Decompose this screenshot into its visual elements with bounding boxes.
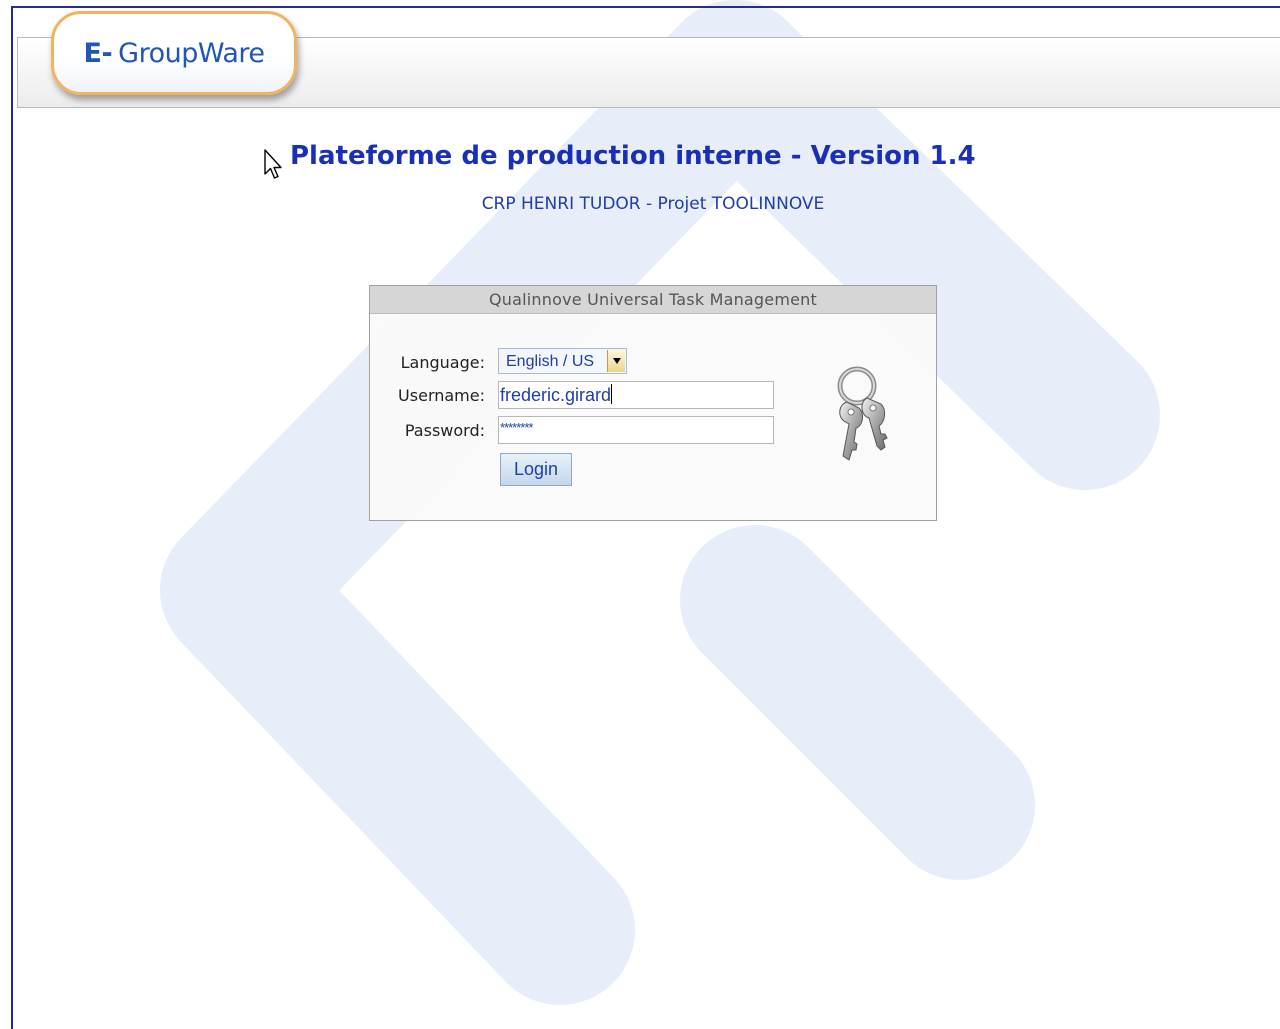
text-caret (611, 384, 613, 404)
language-label-cell: Language: (380, 348, 485, 376)
language-select[interactable]: English / US (498, 348, 627, 374)
login-button[interactable]: Login (500, 453, 572, 486)
page-subtitle: CRP HENRI TUDOR - Projet TOOLINNOVE (481, 194, 825, 214)
password-label: Password: (404, 421, 485, 440)
login-panel-title: Qualinnove Universal Task Management (370, 286, 936, 314)
language-label: Language: (400, 353, 485, 372)
keys-icon (837, 366, 888, 461)
mouse-cursor-icon (264, 149, 282, 179)
logo-text: GroupWare (118, 37, 265, 69)
chevron-down-icon[interactable] (607, 350, 625, 372)
password-value: ******** (500, 420, 533, 435)
login-panel: Qualinnove Universal Task Management Lan… (369, 285, 937, 521)
password-label-cell: Password: (380, 416, 485, 444)
password-input[interactable]: ******** (498, 416, 774, 444)
username-label-cell: Username: (380, 381, 485, 409)
page-title: Plateforme de production interne - Versi… (290, 141, 976, 171)
groupware-logo[interactable]: E- GroupWare (51, 11, 297, 95)
groupware-logo-icon: E- (83, 37, 113, 69)
language-select-value: English / US (506, 353, 595, 370)
username-value: frederic.girard (500, 385, 612, 405)
username-label: Username: (398, 386, 485, 405)
username-input[interactable]: frederic.girard (498, 381, 774, 409)
